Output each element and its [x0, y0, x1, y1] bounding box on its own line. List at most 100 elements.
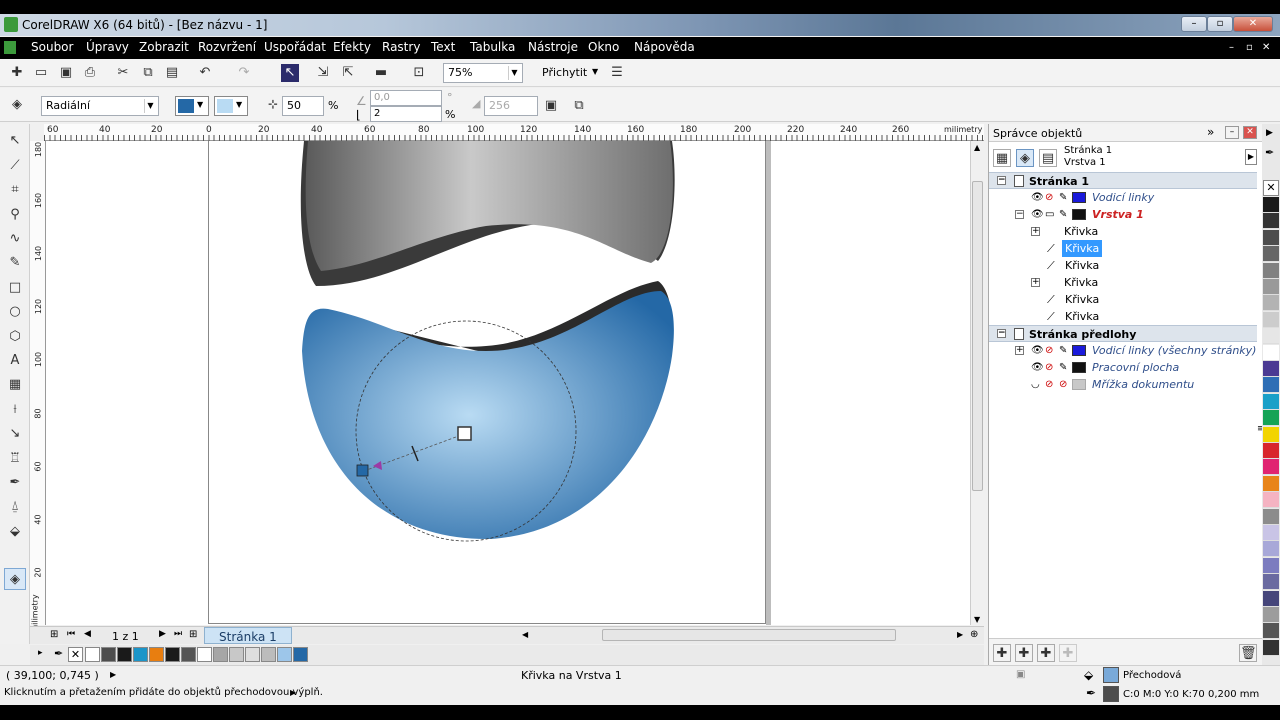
publish-pdf-icon[interactable]: ▬: [372, 64, 390, 82]
tree-desktop[interactable]: 👁 ⊘ ✎ Pracovní plocha: [989, 359, 1257, 376]
print-icon[interactable]: ▭: [1045, 206, 1054, 223]
palette-swatch[interactable]: [117, 647, 132, 662]
palette-swatch[interactable]: [213, 647, 228, 662]
new-master-layer-icon[interactable]: ✚: [1015, 644, 1033, 662]
save-icon[interactable]: ▣: [57, 64, 75, 82]
polygon-tool-icon[interactable]: ⬡: [6, 328, 24, 346]
palette-swatch[interactable]: [1263, 639, 1279, 656]
menu-upravy[interactable]: Úpravy: [86, 40, 129, 54]
open-icon[interactable]: ▭: [32, 64, 50, 82]
close-button[interactable]: ✕: [1233, 16, 1273, 32]
steps-input[interactable]: 256: [484, 96, 538, 116]
drawing-canvas[interactable]: [46, 141, 970, 625]
connector-tool-icon[interactable]: ↘: [6, 425, 24, 443]
edit-across-layers-icon[interactable]: ◈: [1016, 149, 1034, 167]
export-icon[interactable]: ⇱: [339, 64, 357, 82]
menu-okno[interactable]: Okno: [588, 40, 619, 54]
pen-icon[interactable]: ✎: [1059, 189, 1067, 206]
add-page-icon[interactable]: ⊞: [50, 629, 58, 640]
gradient-start-handle[interactable]: [356, 464, 369, 477]
menu-tabulka[interactable]: Tabulka: [470, 40, 515, 54]
palette-swatch[interactable]: [1263, 443, 1279, 459]
collapse-icon[interactable]: −: [997, 329, 1006, 338]
copy-fill-icon[interactable]: ⧉: [570, 97, 588, 115]
dropdown-icon[interactable]: ▣: [1016, 669, 1025, 680]
search-content-icon[interactable]: ↖: [281, 64, 299, 82]
menu-nastroje[interactable]: Nástroje: [528, 40, 578, 54]
palette-swatch[interactable]: [277, 647, 292, 662]
palette-swatch[interactable]: [197, 647, 212, 662]
palette-swatch[interactable]: [1263, 229, 1279, 246]
interactive-fill-icon[interactable]: ◈: [8, 96, 26, 114]
palette-swatch[interactable]: [1263, 475, 1279, 492]
last-page-icon[interactable]: ⏭: [174, 629, 182, 639]
smart-fill-icon[interactable]: ✎: [6, 254, 24, 272]
palette-swatch[interactable]: [1263, 607, 1279, 623]
palette-swatch[interactable]: [1263, 377, 1279, 394]
print-icon[interactable]: ⎙: [81, 64, 99, 82]
docker-close-icon[interactable]: ✕: [1243, 126, 1257, 139]
palette-swatch[interactable]: [1263, 557, 1279, 574]
new-master-odd-icon[interactable]: ✚: [1059, 644, 1077, 662]
palette-swatch[interactable]: [165, 647, 180, 662]
layer-manager-view-icon[interactable]: ▤: [1039, 149, 1057, 167]
midpoint-input[interactable]: 50: [282, 96, 324, 116]
fill-tool-icon[interactable]: ⬙: [6, 523, 24, 541]
palette-swatch[interactable]: [245, 647, 260, 662]
start-color-picker[interactable]: ▼: [175, 96, 209, 116]
prev-page-icon[interactable]: ◀: [84, 629, 91, 639]
edit-disabled-icon[interactable]: ⊘: [1059, 376, 1067, 393]
palette-swatch[interactable]: [229, 647, 244, 662]
first-page-icon[interactable]: ⏮: [67, 629, 75, 639]
expand-icon[interactable]: +: [1031, 227, 1040, 236]
no-color-swatch[interactable]: ✕: [1263, 180, 1279, 196]
palette-swatch[interactable]: [1263, 311, 1279, 328]
palette-swatch[interactable]: [1263, 344, 1279, 361]
pen-icon[interactable]: ✎: [1059, 359, 1067, 376]
palette-swatch[interactable]: [1263, 393, 1279, 410]
eyedropper-icon[interactable]: ✒: [1265, 146, 1274, 159]
palette-swatch[interactable]: [1263, 295, 1279, 312]
tree-master-page[interactable]: − Stránka předlohy: [989, 325, 1257, 342]
h-scroll-right-icon[interactable]: ▶: [957, 630, 963, 639]
arrow-right-icon[interactable]: ▶: [290, 688, 296, 697]
fill-type-select[interactable]: Radiální ▼: [41, 96, 159, 116]
new-master-all-icon[interactable]: ✚: [1037, 644, 1055, 662]
print-disabled-icon[interactable]: ⊘: [1045, 189, 1053, 206]
palette-swatch[interactable]: [1263, 541, 1279, 558]
dimension-tool-icon[interactable]: ⟊: [6, 401, 24, 419]
palette-swatch[interactable]: [1263, 508, 1279, 525]
horizontal-scroll-thumb[interactable]: [602, 629, 896, 641]
palette-swatch[interactable]: [1263, 492, 1279, 509]
snap-to-dropdown[interactable]: Přichytit: [542, 66, 587, 79]
chevron-down-icon[interactable]: ▼: [592, 67, 598, 76]
palette-menu-icon[interactable]: ▸: [38, 648, 43, 658]
maximize-button[interactable]: ▫: [1207, 16, 1233, 32]
new-layer-icon[interactable]: ✚: [993, 644, 1011, 662]
arrow-down-icon[interactable]: ▼: [974, 615, 980, 624]
palette-swatch[interactable]: [181, 647, 196, 662]
eye-closed-icon[interactable]: ◡: [1031, 376, 1040, 393]
eyedropper-icon[interactable]: ✒: [54, 647, 63, 660]
angle-input[interactable]: 0,0: [370, 90, 442, 106]
fill-color-swatch[interactable]: [1103, 667, 1119, 683]
docker-side-tab[interactable]: ▶ ✒: [1262, 124, 1280, 180]
palette-swatch[interactable]: [1263, 279, 1279, 295]
arrow-right-icon[interactable]: ▶: [1266, 128, 1273, 138]
delete-icon[interactable]: 🗑: [1239, 644, 1257, 662]
palette-swatch[interactable]: [1263, 574, 1279, 591]
palette-swatch[interactable]: [1263, 197, 1279, 213]
copy-icon[interactable]: ⧉: [139, 64, 157, 82]
collapse-icon[interactable]: −: [1015, 210, 1024, 219]
tree-group[interactable]: + Křivka: [989, 274, 1257, 291]
palette-swatch[interactable]: [293, 647, 308, 662]
shape-tool-icon[interactable]: ⟋: [6, 157, 24, 175]
zoom-navigator-icon[interactable]: ⊕: [970, 629, 978, 640]
menu-min-icon[interactable]: –: [1229, 42, 1234, 53]
zoom-select[interactable]: 75% ▼: [443, 63, 523, 83]
outline-tool-icon[interactable]: ⍙: [6, 498, 24, 516]
tree-curve-selected[interactable]: ⟋ Křivka: [989, 240, 1257, 257]
arrow-up-icon[interactable]: ▲: [974, 143, 980, 152]
menu-efekty[interactable]: Efekty: [333, 40, 371, 54]
palette-swatch[interactable]: [149, 647, 164, 662]
